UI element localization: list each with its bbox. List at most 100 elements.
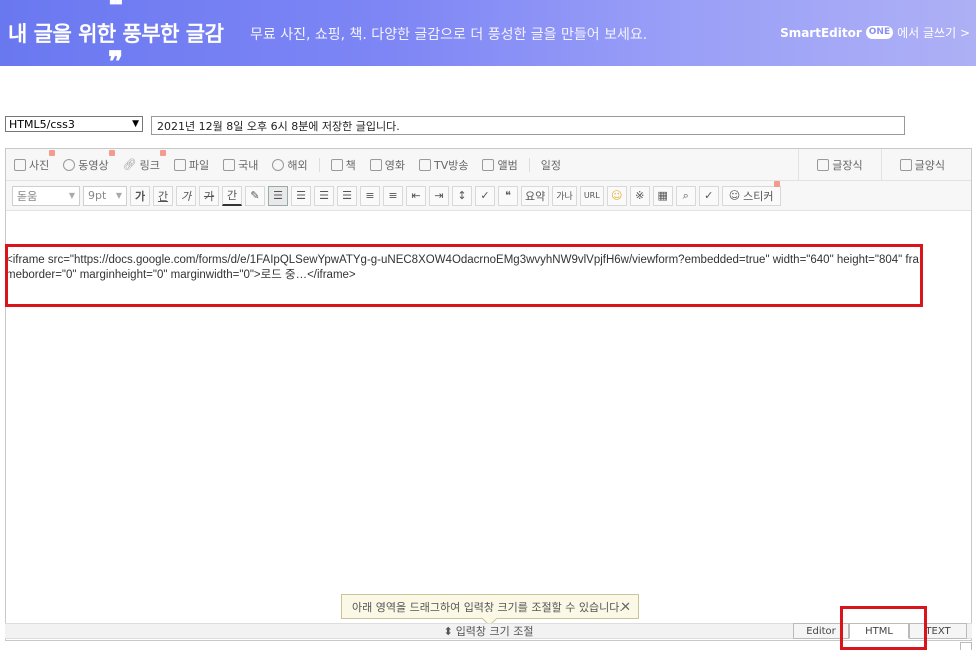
play-icon (63, 158, 76, 171)
sticker-icon: ☺ (728, 189, 741, 202)
camera-icon (14, 158, 26, 171)
photo-label: 사진 (29, 149, 56, 172)
align-right-icon: ☰ (319, 189, 329, 202)
table-icon: ▦ (657, 189, 668, 202)
domestic-label: 국내 (238, 158, 259, 172)
emoticon-button[interactable]: ☺ (606, 185, 627, 206)
category-select[interactable]: HTML5/css3 ▼ (5, 116, 143, 132)
marker-icon: ✎ (250, 189, 260, 202)
quote-open-icon: ❝ (108, 0, 124, 22)
pencil-icon (817, 159, 830, 171)
title-input[interactable]: 2021년 12월 8일 오후 6시 8분에 저장한 글입니다. (151, 116, 905, 135)
brand-name: SmartEditor (780, 25, 862, 40)
template-button[interactable]: 글양식 (880, 149, 971, 181)
table-button[interactable]: ▦ (652, 185, 673, 206)
bullet-list-button[interactable]: ≡ (383, 185, 403, 206)
resize-corner (960, 642, 972, 650)
align-justify-button[interactable]: ☰ (337, 185, 357, 206)
font-family-select[interactable]: 돋움 ▼ (12, 185, 80, 206)
font-value: 돋움 (17, 189, 38, 203)
banner-subtitle: 무료 사진, 쇼핑, 책. 다양한 글감으로 더 풍성한 글을 만들어 보세요. (250, 27, 648, 43)
insert-video-button[interactable]: 동영상 (56, 149, 116, 181)
align-justify-icon: ☰ (342, 189, 352, 202)
insert-book-button[interactable]: 책 (324, 149, 363, 181)
link-label: 링크 (139, 149, 167, 172)
annotation-highlight-html-tab (840, 606, 927, 650)
close-icon[interactable]: ✕ (620, 600, 631, 615)
music-icon (482, 158, 495, 171)
tooltip-text: 아래 영역을 드래그하여 입력창 크기를 조절할 수 있습니다. (352, 600, 623, 614)
insert-toolbar: 사진 동영상 🔗︎ 링크 파일 국내 해외 책 영화 TV방송 앨범 일정 글장… (6, 149, 971, 181)
strikethrough-button[interactable]: 가 (199, 185, 219, 206)
post-header-row: HTML5/css3 ▼ 2021년 12월 8일 오후 6시 8분에 저장한 … (5, 116, 905, 135)
insert-file-button[interactable]: 파일 (167, 149, 216, 181)
check-icon: ✓ (704, 189, 714, 202)
align-center-button[interactable]: ☰ (291, 185, 311, 206)
file-label: 파일 (188, 158, 210, 172)
file-icon (173, 158, 186, 171)
smile-icon: ☺ (610, 189, 623, 202)
insert-album-button[interactable]: 앨범 (475, 149, 524, 181)
post-style-button[interactable]: 글장식 (798, 149, 880, 181)
schedule-label: 일정 (540, 158, 561, 172)
insert-link-button[interactable]: 🔗︎ 링크 (116, 149, 167, 181)
insert-overseas-map-button[interactable]: 해외 (265, 149, 314, 181)
insert-schedule-button[interactable]: 일정 (534, 149, 568, 181)
insert-photo-button[interactable]: 사진 (6, 149, 56, 181)
map-icon (223, 158, 236, 171)
category-value: HTML5/css3 (9, 117, 75, 131)
brand-link-text: 에서 글쓰기 > (897, 26, 970, 40)
format-toolbar: 돋움 ▼ 9pt ▼ 가 간 가 가 간 ✎ ☰ ☰ ☰ ☰ ≡ ≡ ⇤ ⇥ ↕… (6, 180, 971, 211)
italic-button[interactable]: 가 (176, 185, 196, 206)
album-label: 앨범 (497, 158, 518, 172)
numbered-list-icon: ≡ (365, 189, 375, 202)
underline-button[interactable]: 간 (153, 185, 173, 206)
indent-button[interactable]: ⇥ (429, 185, 449, 206)
annotation-highlight-code (5, 244, 923, 307)
insert-tv-button[interactable]: TV방송 (412, 149, 475, 181)
smarteditor-link[interactable]: SmartEditor ONE 에서 글쓰기 > (780, 24, 970, 41)
special-char-button[interactable]: ※ (629, 185, 650, 206)
toolbar-right-group: 글장식 글양식 (798, 149, 971, 181)
line-height-button[interactable]: ↕ (452, 185, 472, 206)
font-color-button[interactable]: 간 (222, 185, 242, 206)
align-right-button[interactable]: ☰ (314, 185, 334, 206)
spellcheck-button[interactable]: ✓ (475, 185, 495, 206)
outdent-icon: ⇤ (411, 189, 421, 202)
chevron-down-icon: ▼ (68, 191, 75, 200)
sticker-label: 스티커 (743, 180, 780, 203)
title-value: 2021년 12월 8일 오후 6시 8분에 저장한 글입니다. (157, 119, 400, 133)
asterisk-icon: ※ (635, 189, 645, 202)
summary-button[interactable]: 요약 (521, 185, 550, 206)
bullet-list-icon: ≡ (388, 189, 398, 202)
template-label: 글양식 (914, 159, 945, 172)
align-left-button[interactable]: ☰ (268, 185, 288, 206)
highlight-color-button[interactable]: ✎ (245, 185, 265, 206)
toolbar-divider (528, 157, 530, 172)
numbered-list-button[interactable]: ≡ (360, 185, 380, 206)
size-value: 9pt (88, 189, 107, 202)
post-style-label: 글장식 (832, 159, 863, 172)
book-label: 책 (345, 158, 356, 172)
insert-movie-button[interactable]: 영화 (363, 149, 412, 181)
spellcheck-icon: ✓ (480, 189, 490, 202)
find-button[interactable]: ⌕ (675, 185, 696, 206)
align-left-icon: ☰ (273, 189, 283, 202)
toolbar-divider (318, 157, 320, 172)
url-button[interactable]: URL (579, 185, 604, 206)
bold-button[interactable]: 가 (130, 185, 150, 206)
chevron-down-icon: ▼ (132, 119, 139, 129)
font-size-select[interactable]: 9pt ▼ (83, 185, 127, 206)
quote-button[interactable]: ❝ (498, 185, 518, 206)
promo-banner[interactable]: ❝ 내 글을 위한 풍부한 글감 ❞ 무료 사진, 쇼핑, 책. 다양한 글감으… (0, 0, 976, 66)
outdent-button[interactable]: ⇤ (406, 185, 426, 206)
hanja-button[interactable]: 가나 (552, 185, 577, 206)
sticker-button[interactable]: ☺ 스티커 (721, 180, 781, 206)
line-height-icon: ↕ (457, 189, 467, 202)
template-icon (899, 159, 912, 171)
spell-check-button[interactable]: ✓ (698, 185, 719, 206)
tv-label: TV방송 (433, 158, 469, 172)
insert-domestic-map-button[interactable]: 국내 (216, 149, 265, 181)
book-icon (330, 158, 343, 171)
resize-arrows-icon: ⬍ (443, 624, 453, 638)
